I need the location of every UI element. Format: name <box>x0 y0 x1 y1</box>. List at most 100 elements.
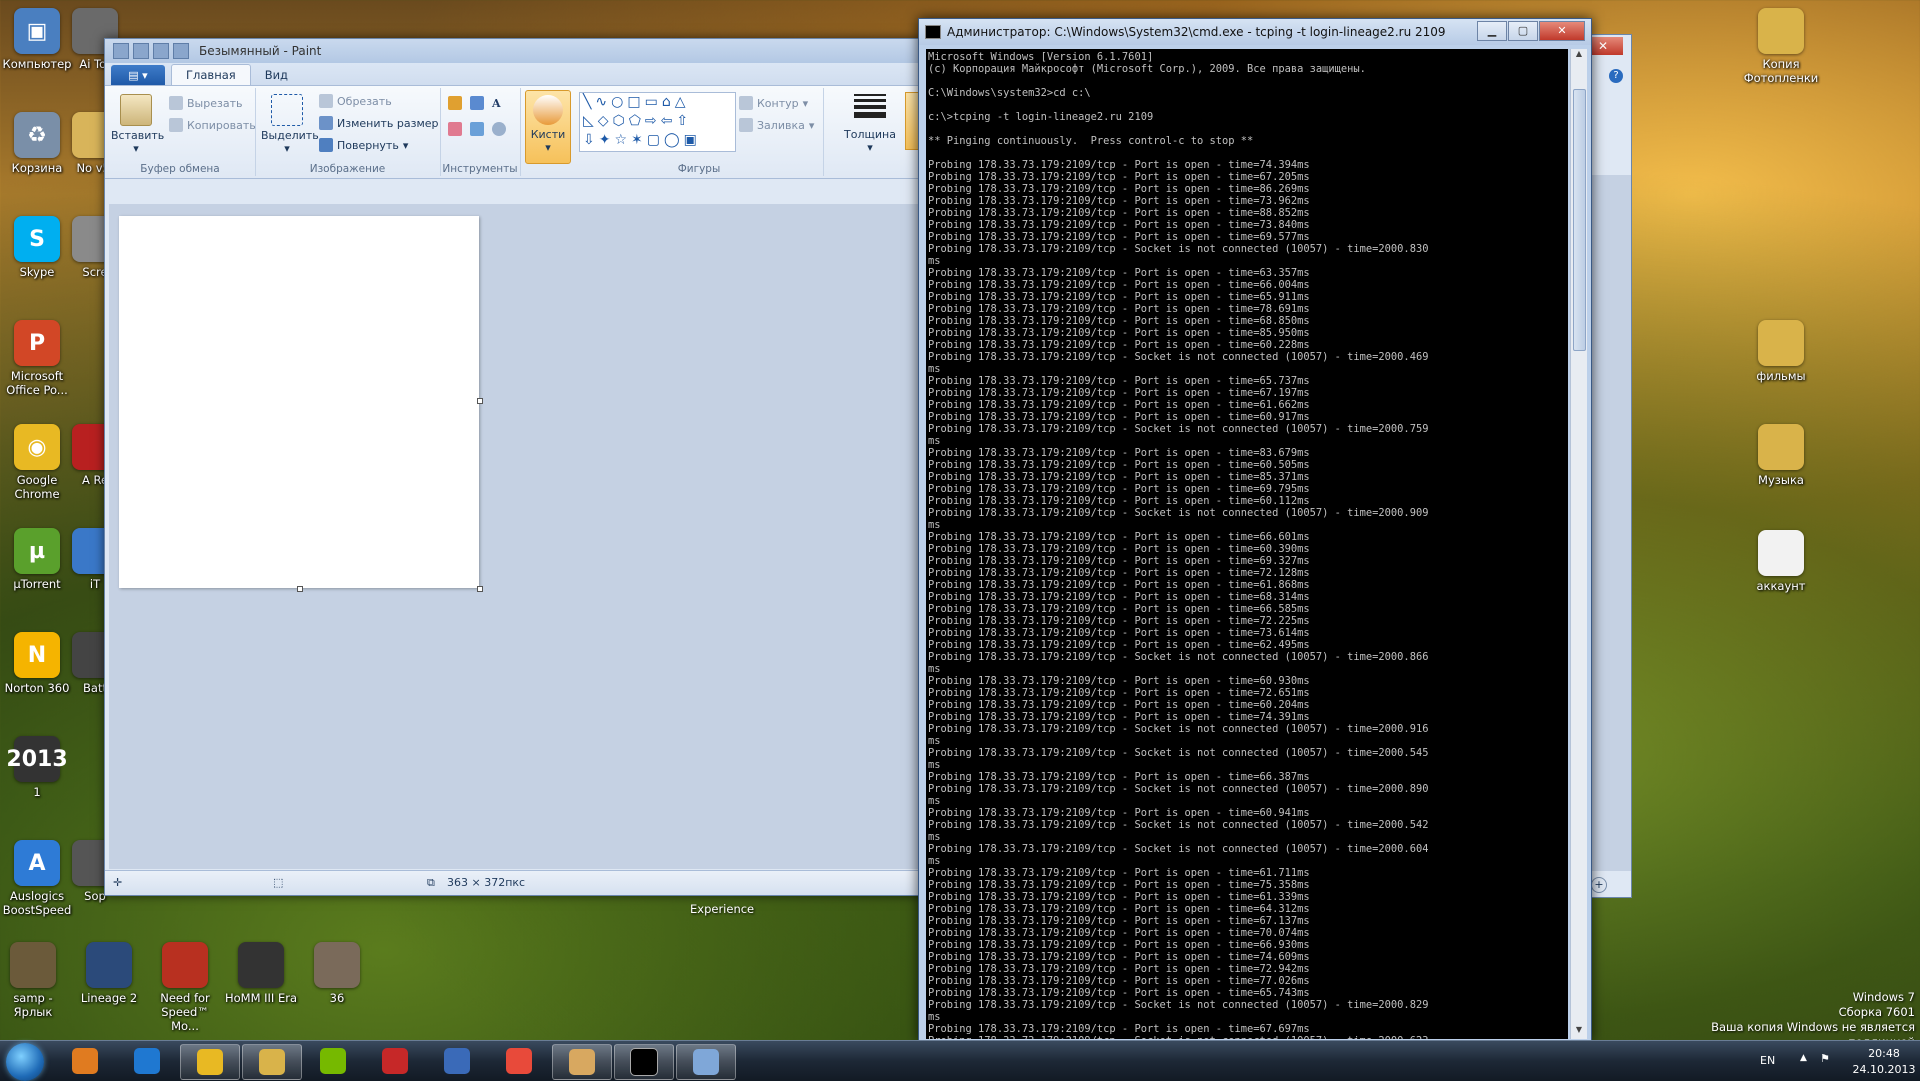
desktop-icon-label: HoMM III Era <box>224 991 298 1005</box>
help-icon[interactable]: ? <box>1609 69 1623 83</box>
desktop-icon[interactable]: HoMM III Era <box>222 942 300 1005</box>
fill-label: Заливка <box>757 118 805 132</box>
desktop-icon-label: Need for Speed™ Mo... <box>160 991 210 1033</box>
desktop-icon-label: аккаунт <box>1756 579 1806 593</box>
resize-handle-right[interactable] <box>477 398 483 404</box>
desktop-icon[interactable]: 36 <box>298 942 376 1005</box>
canvas-area[interactable] <box>109 204 919 869</box>
desktop-icon-label: samp - Ярлык <box>13 991 53 1019</box>
copy-icon <box>169 118 183 132</box>
select-button[interactable]: Выделить ▾ <box>261 94 319 155</box>
taskbar-button-media-player[interactable] <box>56 1044 114 1078</box>
text-tool-icon[interactable]: A <box>492 97 501 110</box>
resize-icon <box>319 116 333 130</box>
scroll-thumb[interactable] <box>1573 89 1586 351</box>
taskbar-button-game-13[interactable] <box>366 1044 424 1078</box>
desktop-icon[interactable]: Lineage 2 <box>70 942 148 1005</box>
app-icon <box>1758 424 1804 470</box>
desktop-icon[interactable]: samp - Ярлык <box>0 942 72 1019</box>
taskbar-button-avatar-app[interactable] <box>552 1044 612 1080</box>
group-name-image: Изображение <box>309 163 386 175</box>
app-icon: ♻ <box>14 112 60 158</box>
app-icon <box>1758 320 1804 366</box>
tab-view[interactable]: Вид <box>251 65 302 85</box>
pencil-icon[interactable] <box>448 96 462 110</box>
app-icon <box>162 942 208 988</box>
rotate-label: Повернуть <box>337 138 399 152</box>
group-name-tools: Инструменты <box>442 163 518 175</box>
app-icon <box>86 942 132 988</box>
shapes-gallery[interactable]: ╲∿○□▭⌂△ ◺◇⬡⬠⇨⇦⇧ ⇩✦☆✶▢◯▣ <box>579 92 736 152</box>
clock-date[interactable]: 24.10.2013 <box>1850 1063 1918 1076</box>
rotate-button[interactable]: Повернуть ▾ <box>319 138 408 152</box>
close-button[interactable]: ✕ <box>1539 21 1585 41</box>
console-output[interactable]: Microsoft Windows [Version 6.1.7601] (c)… <box>926 49 1568 1039</box>
desktop-icon[interactable]: аккаунт <box>1742 530 1820 593</box>
save-icon[interactable] <box>133 43 149 59</box>
chrome-icon <box>197 1049 223 1075</box>
game-13-icon <box>382 1048 408 1074</box>
desktop-icon-label: Lineage 2 <box>80 991 138 1005</box>
cmd-scrollbar[interactable]: ▲ ▼ <box>1570 49 1587 1039</box>
color-picker-icon[interactable] <box>470 122 484 136</box>
minimize-button[interactable]: ▁ <box>1477 21 1507 41</box>
console-text: Microsoft Windows [Version 6.1.7601] (c)… <box>928 51 1429 1039</box>
taskbar-button-explorer[interactable] <box>242 1044 302 1080</box>
desktop-icon[interactable]: фильмы <box>1742 320 1820 383</box>
desktop-icon[interactable]: Музыка <box>1742 424 1820 487</box>
brushes-button[interactable]: Кисти ▾ <box>525 90 571 164</box>
cmd-window-buttons: ▁ ▢ ✕ <box>1476 21 1585 41</box>
desktop-icon[interactable]: Need for Speed™ Mo... <box>146 942 224 1033</box>
taskbar-button-paint[interactable] <box>676 1044 736 1080</box>
app-icon: N <box>14 632 60 678</box>
eraser-icon[interactable] <box>448 122 462 136</box>
app-icon: ◉ <box>14 424 60 470</box>
copy-button[interactable]: Копировать <box>169 118 256 132</box>
copy-label: Копировать <box>187 118 256 132</box>
tab-home[interactable]: Главная <box>171 64 251 85</box>
paste-button[interactable]: Вставить ▾ <box>111 94 165 155</box>
drawing-canvas[interactable] <box>119 216 479 588</box>
taskbar-button-internet-explorer[interactable] <box>118 1044 176 1078</box>
language-indicator[interactable]: EN <box>1760 1054 1775 1067</box>
magnifier-icon[interactable] <box>492 122 506 136</box>
taskbar-button-color-app[interactable] <box>490 1044 548 1078</box>
taskbar-button-kde-app[interactable] <box>428 1044 486 1078</box>
paint-titlebar: Безымянный - Paint <box>105 39 925 63</box>
taskbar-button-chrome[interactable] <box>180 1044 240 1080</box>
crop-button[interactable]: Обрезать <box>319 94 392 108</box>
resize-label: Изменить размер <box>337 116 439 130</box>
group-image: Выделить ▾ Обрезать Изменить размер Повер… <box>255 88 441 176</box>
paint-menu-button[interactable]: ▤ ▾ <box>111 65 165 85</box>
fill-bucket-icon[interactable] <box>470 96 484 110</box>
crop-icon <box>319 94 333 108</box>
scroll-up-icon[interactable]: ▲ <box>1571 49 1587 63</box>
desktop-icon[interactable]: P Microsoft Office Po... <box>0 320 76 397</box>
action-center-flag-icon[interactable]: ⚑ <box>1820 1052 1834 1066</box>
fill-button[interactable]: Заливка ▾ <box>739 118 814 132</box>
tray-expand-icon[interactable]: ▲ <box>1800 1053 1807 1063</box>
desktop-icon[interactable]: 2013 1 <box>0 736 76 799</box>
undo-icon[interactable] <box>153 43 169 59</box>
zoom-in-icon[interactable]: + <box>1591 877 1607 893</box>
cut-button[interactable]: Вырезать <box>169 96 242 110</box>
redo-icon[interactable] <box>173 43 189 59</box>
size-button[interactable]: Толщина ▾ <box>841 94 899 154</box>
resize-button[interactable]: Изменить размер <box>319 116 439 130</box>
app-icon: 2013 <box>6 736 68 782</box>
rotate-icon <box>319 138 333 152</box>
maximize-button[interactable]: ▢ <box>1508 21 1538 41</box>
desktop-icon-label: Музыка <box>1758 473 1804 487</box>
resize-handle-bottom[interactable] <box>297 586 303 592</box>
paste-label: Вставить <box>111 129 165 142</box>
taskbar-button-cmd[interactable] <box>614 1044 674 1080</box>
clock-time[interactable]: 20:48 <box>1850 1047 1918 1060</box>
desktop-icon[interactable]: Копия Фотопленки <box>1742 8 1820 85</box>
outline-button[interactable]: Контур ▾ <box>739 96 808 110</box>
scroll-down-icon[interactable]: ▼ <box>1571 1025 1587 1039</box>
paint-window: Безымянный - Paint ▤ ▾ Главная Вид Встав… <box>104 38 926 896</box>
taskbar-button-nvidia[interactable] <box>304 1044 362 1078</box>
start-button[interactable] <box>6 1043 44 1081</box>
brushes-label: Кисти <box>530 128 566 141</box>
resize-handle-corner[interactable] <box>477 586 483 592</box>
